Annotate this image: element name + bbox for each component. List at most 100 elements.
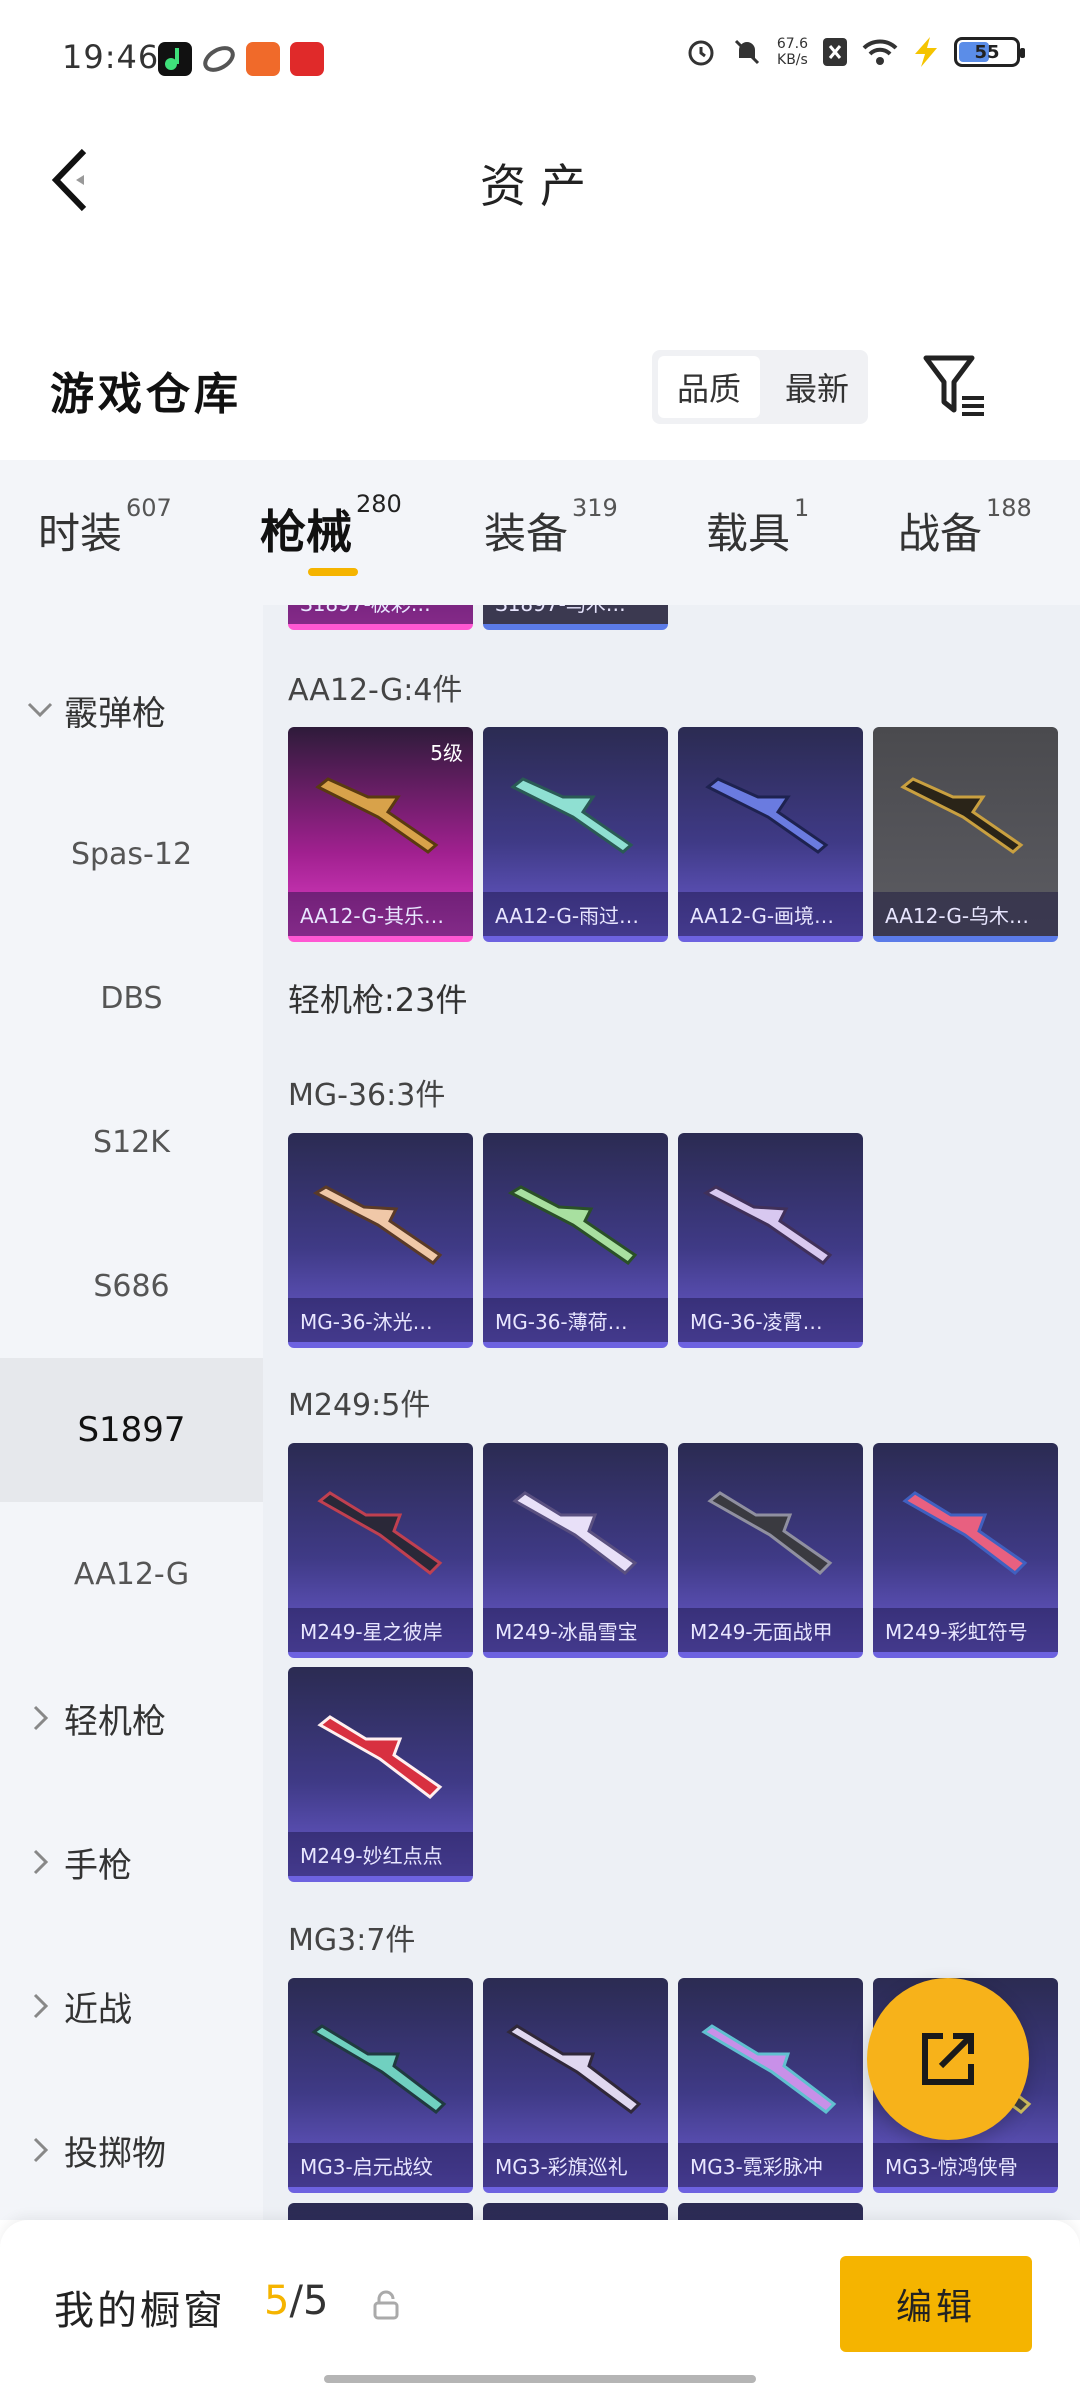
status-right: 67.6 KB/s 55 [685,36,1025,68]
sidebar-group-lmg[interactable]: 轻机枪 [0,1646,263,1790]
weapon-card[interactable] [483,2203,668,2220]
tab-count: 188 [986,494,1032,522]
tab-vehicles[interactable]: 载具1 [706,494,809,561]
tab-equipment[interactable]: 装备319 [484,494,618,561]
chevron-right-icon [22,1992,58,2020]
weapon-card-label: MG3-启元战纹 [288,2143,473,2187]
home-indicator[interactable] [324,2375,756,2383]
showcase-count-separator: / [289,2278,303,2324]
weapon-card[interactable]: MG-36-凌霄… [678,1133,863,1348]
weapon-image [317,1715,443,1799]
weapon-card[interactable]: S1897-乌木… [483,605,668,630]
status-time: 19:46 [62,38,160,76]
group-title-aa12g: AA12-G:4件 [288,673,463,708]
weapon-image [902,1491,1028,1575]
battery-level: 55 [974,41,1000,63]
sidebar-item-dbs[interactable]: DBS [0,926,263,1070]
warehouse-title: 游戏仓库 [50,369,242,420]
group-title-mg36: MG-36:3件 [288,1078,446,1113]
tab-label: 装备 [484,509,569,558]
sidebar-group-label: 霰弹枪 [64,693,166,734]
weapon-card-label: AA12-G-其乐… [288,892,473,936]
weapon-image [510,777,634,854]
battery-icon: 55 [954,37,1025,67]
category-tabs: 时装607 枪械280 装备319 载具1 战备188 [0,460,1080,605]
weapon-image [702,1185,833,1265]
group-title-mg3: MG3:7件 [288,1923,416,1958]
showcase-count: 5/5 [264,2278,328,2324]
sidebar-item-spas12[interactable]: Spas-12 [0,782,263,926]
weapon-card[interactable]: M249-冰晶雪宝 [483,1443,668,1658]
chevron-right-icon [22,2136,58,2164]
weapon-card[interactable]: MG3-彩旗巡礼 [483,1978,668,2193]
tab-firearms[interactable]: 枪械280 [260,490,402,562]
weapon-image [311,2024,447,2114]
sort-newest-button[interactable]: 最新 [766,350,868,424]
lock-icon[interactable] [372,2290,400,2320]
active-tab-indicator [308,568,358,576]
weapon-card[interactable]: MG3-霓彩脉冲 [678,1978,863,2193]
weapon-category-sidebar: 霰弹枪 Spas-12 DBS S12K S686 S1897 AA12-G 轻… [0,605,263,2220]
net-speed-value: 67.6 [776,36,808,52]
sidebar-item-s1897[interactable]: S1897 [0,1358,263,1502]
chevron-right-icon [22,1848,58,1876]
weapon-card-label: MG-36-凌霄… [678,1298,863,1342]
weapon-image [507,1185,638,1265]
weapon-card[interactable]: M249-星之彼岸 [288,1443,473,1658]
map-app-icon [246,42,280,76]
showcase-count-current: 5 [264,2278,290,2324]
group-title-lmg: 轻机枪:23件 [288,981,468,1019]
tab-fashion[interactable]: 时装607 [38,494,172,561]
weapon-card[interactable]: 5级 AA12-G-其乐… [288,727,473,942]
tab-count: 1 [794,494,810,522]
tab-label: 时装 [38,509,123,558]
net-speed-unit: KB/s [777,52,808,68]
browser-app-icon [202,42,236,76]
weapon-card[interactable]: AA12-G-画境… [678,727,863,942]
sidebar-group-melee[interactable]: 近战 [0,1934,263,2078]
weapon-card-label: M249-妙红点点 [288,1832,473,1876]
sidebar-item-s12k[interactable]: S12K [0,1070,263,1214]
weapon-card-label: S1897-乌木… [483,605,668,624]
weapon-card[interactable] [678,2203,863,2220]
weapon-card-label: MG3-惊鸿侠骨 [873,2143,1058,2187]
weapon-card[interactable]: AA12-G-雨过… [483,727,668,942]
sidebar-group-pistol[interactable]: 手枪 [0,1790,263,1934]
tab-supplies[interactable]: 战备188 [898,494,1032,561]
sidebar-item-aa12g[interactable]: AA12-G [0,1502,263,1646]
weapon-card-label: M249-无面战甲 [678,1608,863,1652]
tab-label: 战备 [898,509,983,558]
sidebar-group-shotgun[interactable]: 霰弹枪 [0,638,263,782]
weapon-card-label: M249-冰晶雪宝 [483,1608,668,1652]
sort-toggle: 品质 最新 [652,350,868,424]
charging-icon [915,37,937,67]
weapon-card[interactable]: MG-36-沐光… [288,1133,473,1348]
alarm-icon [688,40,714,66]
weapon-card[interactable]: AA12-G-乌木… [873,727,1058,942]
weapon-card-label: MG3-霓彩脉冲 [678,2143,863,2187]
sidebar-item-s686[interactable]: S686 [0,1214,263,1358]
sidebar-group-label: 近战 [64,1989,132,2030]
sort-quality-button[interactable]: 品质 [658,356,760,418]
filter-button[interactable] [922,350,988,420]
music-app-icon [158,42,192,76]
weapon-card[interactable]: M249-彩虹符号 [873,1443,1058,1658]
showcase-count-total: 5 [302,2278,329,2324]
net-speed: 67.6 KB/s [777,36,808,68]
no-sim-icon [823,38,847,66]
weapon-card[interactable]: M249-无面战甲 [678,1443,863,1658]
weapon-card[interactable]: MG-36-薄荷… [483,1133,668,1348]
weapon-card[interactable]: M249-妙红点点 [288,1667,473,1882]
sidebar-group-throwable[interactable]: 投掷物 [0,2078,263,2222]
weapon-card[interactable]: S1897-极彩… [288,605,473,630]
weapon-image [315,777,439,854]
weapon-card-label: MG3-彩旗巡礼 [483,2143,668,2187]
weapon-card[interactable]: MG3-启元战纹 [288,1978,473,2193]
share-button[interactable] [867,1978,1029,2140]
group-title-m249: M249:5件 [288,1388,431,1423]
weapon-card-label: AA12-G-乌木… [873,892,1058,936]
share-icon [922,2033,974,2085]
edit-button[interactable]: 编辑 [840,2256,1032,2352]
weapon-card-label: MG-36-薄荷… [483,1298,668,1342]
weapon-card[interactable] [288,2203,473,2220]
